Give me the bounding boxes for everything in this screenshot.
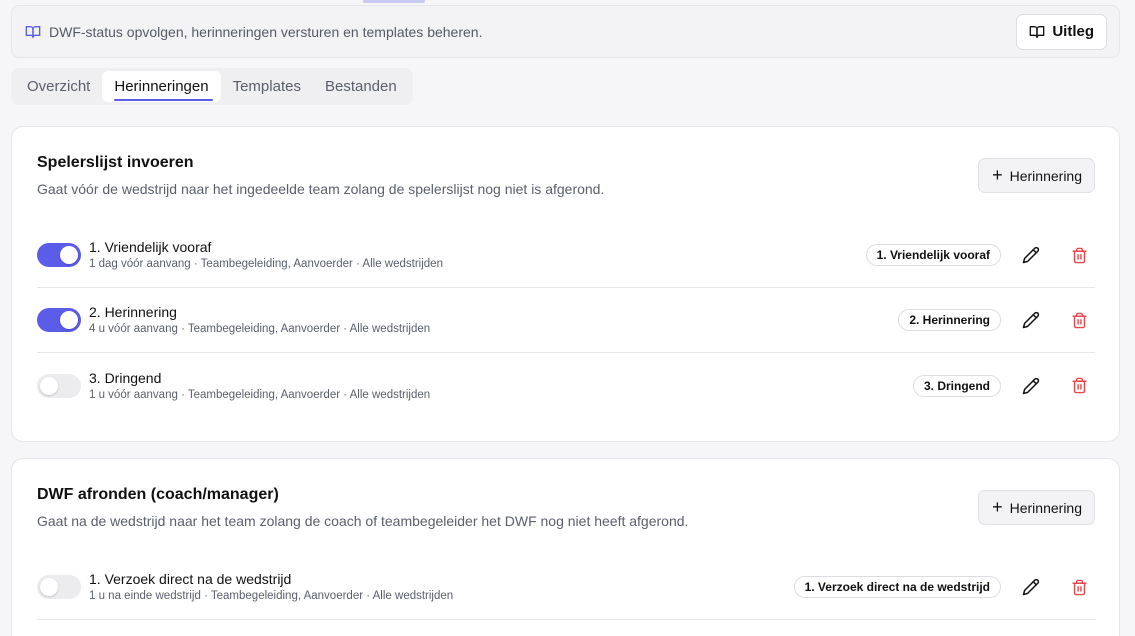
tab-bestanden[interactable]: Bestanden bbox=[313, 71, 409, 102]
add-reminder-button[interactable]: + Herinnering bbox=[978, 490, 1095, 525]
reminder-title: 1. Vriendelijk vooraf bbox=[89, 239, 212, 255]
reminder-meta: 1 u vóór aanvang · Teambegeleiding, Aanv… bbox=[89, 388, 431, 401]
section-subtitle: Gaat na de wedstrijd naar het team zolan… bbox=[37, 513, 689, 529]
add-reminder-button[interactable]: + Herinnering bbox=[978, 158, 1095, 193]
reminder-row: 3. Dringend 1 u vóór aanvang · Teambegel… bbox=[37, 353, 1095, 418]
trash-icon bbox=[1071, 247, 1087, 263]
reminder-title: 2. Herinnering bbox=[89, 304, 177, 320]
reminder-meta: 4 u vóór aanvang · Teambegeleiding, Aanv… bbox=[89, 323, 431, 335]
reminder-row: 1. Verzoek direct na de wedstrijd 1 u na… bbox=[37, 555, 1095, 620]
top-accent-bar bbox=[363, 0, 425, 3]
trash-icon bbox=[1071, 377, 1087, 394]
delete-button[interactable] bbox=[1067, 308, 1091, 332]
tab-templates[interactable]: Templates bbox=[221, 71, 313, 102]
tab-overzicht[interactable]: Overzicht bbox=[15, 71, 102, 102]
reminder-toggle[interactable] bbox=[37, 575, 81, 599]
template-badge: 1. Vriendelijk vooraf bbox=[865, 244, 1001, 266]
edit-button[interactable] bbox=[1019, 308, 1043, 332]
reminder-meta: 1 dag vóór aanvang · Teambegeleiding, Aa… bbox=[89, 258, 443, 270]
tab-bar: Overzicht Herinneringen Templates Bestan… bbox=[11, 68, 413, 105]
info-bar: DWF-status opvolgen, herinneringen verst… bbox=[11, 5, 1120, 58]
delete-button[interactable] bbox=[1067, 575, 1091, 599]
uitleg-label: Uitleg bbox=[1052, 23, 1094, 40]
edit-button[interactable] bbox=[1019, 374, 1043, 398]
book-open-icon bbox=[1029, 25, 1045, 38]
template-badge: 2. Herinnering bbox=[898, 309, 1001, 331]
section-card-spelerslijst: Spelerslijst invoeren Gaat vóór de wedst… bbox=[11, 126, 1120, 442]
template-badge: 1. Verzoek direct na de wedstrijd bbox=[793, 576, 1001, 598]
reminder-toggle[interactable] bbox=[37, 243, 81, 267]
trash-icon bbox=[1071, 312, 1087, 328]
reminder-meta: 1 u na einde wedstrijd · Teambegeleiding… bbox=[89, 590, 454, 602]
plus-icon: + bbox=[992, 164, 1003, 185]
edit-button[interactable] bbox=[1019, 575, 1043, 599]
reminder-row: 1. Vriendelijk vooraf 1 dag vóór aanvang… bbox=[37, 223, 1095, 288]
edit-button[interactable] bbox=[1019, 243, 1043, 267]
add-reminder-label: Herinnering bbox=[1009, 167, 1082, 184]
delete-button[interactable] bbox=[1067, 243, 1091, 267]
section-card-dwf-afronden: DWF afronden (coach/manager) Gaat na de … bbox=[11, 458, 1120, 636]
pencil-icon bbox=[1022, 377, 1040, 394]
tab-herinneringen[interactable]: Herinneringen bbox=[102, 71, 221, 102]
info-text: DWF-status opvolgen, herinneringen verst… bbox=[49, 23, 483, 40]
pencil-icon bbox=[1022, 311, 1040, 329]
section-title: DWF afronden (coach/manager) bbox=[37, 486, 279, 503]
plus-icon: + bbox=[992, 496, 1003, 517]
reminder-title: 1. Verzoek direct na de wedstrijd bbox=[89, 571, 292, 587]
reminder-toggle[interactable] bbox=[37, 373, 81, 398]
pencil-icon bbox=[1022, 246, 1040, 264]
reminder-toggle[interactable] bbox=[37, 308, 81, 332]
template-badge: 3. Dringend bbox=[912, 374, 1001, 397]
trash-icon bbox=[1071, 579, 1087, 595]
section-title: Spelerslijst invoeren bbox=[37, 154, 194, 171]
reminder-title: 3. Dringend bbox=[89, 369, 162, 386]
add-reminder-label: Herinnering bbox=[1009, 499, 1082, 516]
reminder-row: 2. Herinnering 4 u vóór aanvang · Teambe… bbox=[37, 288, 1095, 353]
uitleg-button[interactable]: Uitleg bbox=[1016, 13, 1107, 50]
book-open-icon bbox=[25, 25, 41, 38]
delete-button[interactable] bbox=[1067, 374, 1091, 398]
pencil-icon bbox=[1022, 578, 1040, 596]
section-subtitle: Gaat vóór de wedstrijd naar het ingedeel… bbox=[37, 181, 605, 197]
